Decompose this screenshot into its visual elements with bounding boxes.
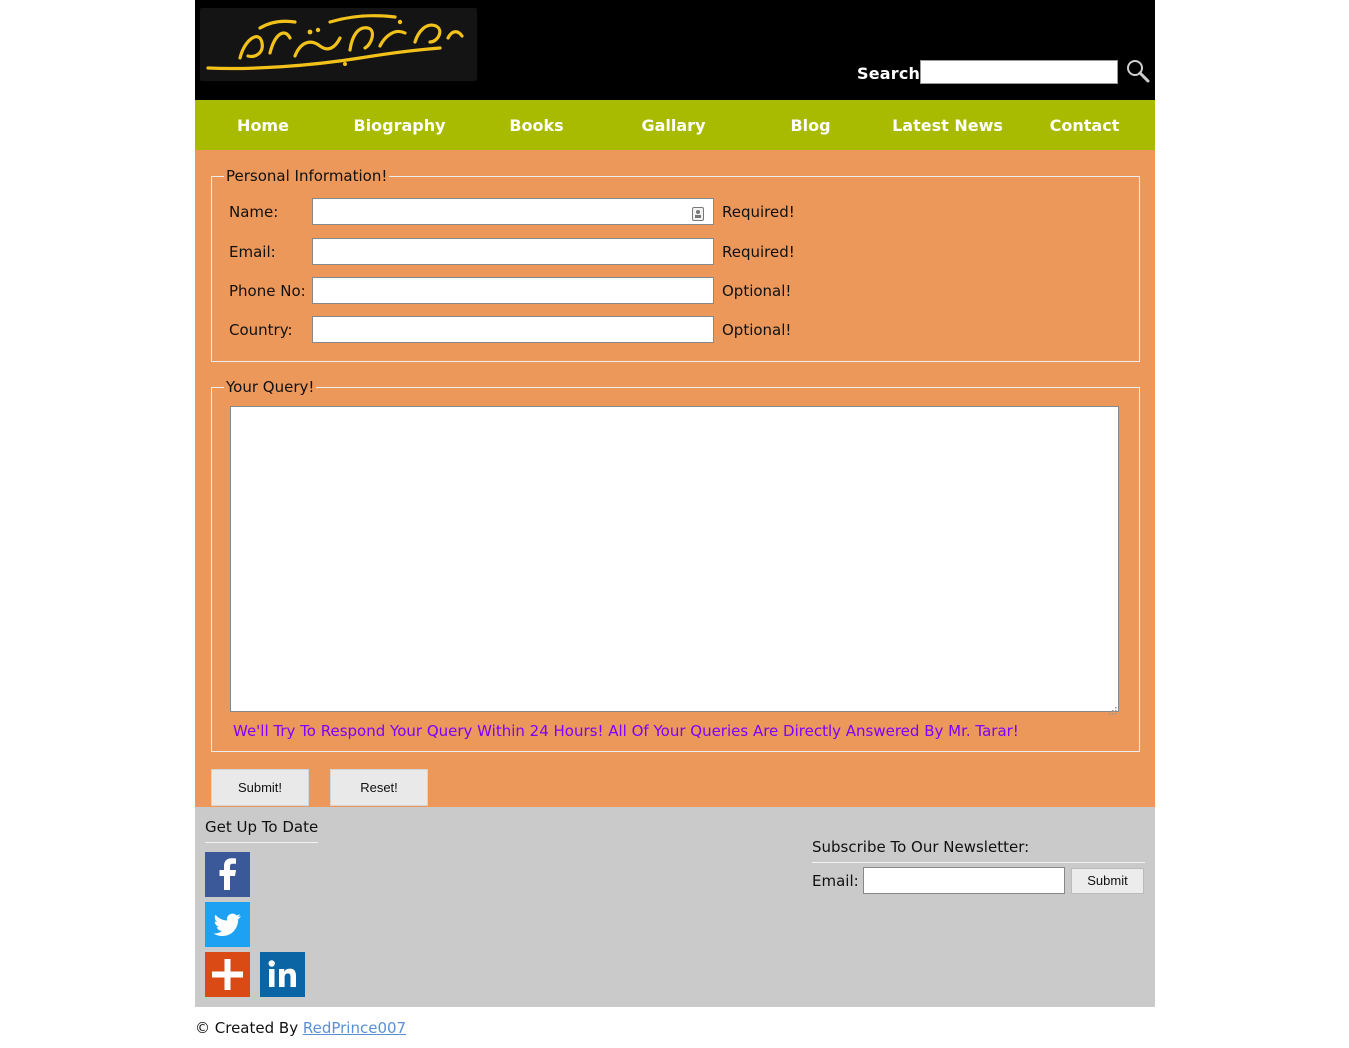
nav-item-contact[interactable]: Contact	[1016, 100, 1153, 150]
name-field[interactable]	[312, 198, 714, 225]
newsletter-email-field[interactable]	[863, 867, 1065, 894]
newsletter-heading: Subscribe To Our Newsletter:	[812, 838, 1145, 863]
main-nav: Home Biography Books Gallary Blog Latest…	[195, 100, 1155, 150]
site-logo[interactable]	[200, 8, 477, 81]
name-label: Name:	[229, 203, 279, 221]
nav-item-latest-news[interactable]: Latest News	[879, 100, 1016, 150]
search-label: Search:	[857, 64, 927, 83]
submit-button[interactable]: Submit!	[211, 769, 309, 806]
contact-card-icon[interactable]	[692, 206, 704, 221]
addthis-icon[interactable]	[205, 952, 250, 997]
nav-item-home[interactable]: Home	[195, 100, 331, 150]
nav-item-blog[interactable]: Blog	[742, 100, 879, 150]
facebook-icon[interactable]	[205, 852, 250, 897]
phone-optional-note: Optional!	[722, 282, 792, 300]
site-header: Search:	[195, 0, 1155, 100]
credit-prefix: © Created By	[195, 1019, 303, 1037]
query-textarea[interactable]	[230, 406, 1119, 712]
query-legend: Your Query!	[226, 378, 315, 396]
nav-item-biography[interactable]: Biography	[331, 100, 468, 150]
email-label: Email:	[229, 243, 276, 261]
search-icon[interactable]	[1126, 59, 1150, 83]
site-footer: Get Up To Date Subscribe To Our Newslett…	[195, 807, 1155, 1007]
country-optional-note: Optional!	[722, 321, 792, 339]
newsletter-submit-button[interactable]: Submit	[1071, 868, 1144, 894]
phone-label: Phone No:	[229, 282, 306, 300]
email-field[interactable]	[312, 238, 714, 265]
page-wrapper: Search: Home Biography Books Gallary Blo…	[195, 0, 1155, 1007]
contact-form: Personal Information! Name: Required! Em…	[195, 150, 1155, 807]
newsletter-email-label: Email:	[812, 872, 859, 890]
country-field[interactable]	[312, 316, 714, 343]
credit-author-link[interactable]: RedPrince007	[303, 1019, 406, 1037]
credit-line: © Created By RedPrince007	[195, 1019, 406, 1037]
get-up-to-date-heading: Get Up To Date	[205, 818, 319, 843]
search-input[interactable]	[920, 60, 1118, 84]
calligraphy-logo-image	[206, 14, 464, 71]
name-required-note: Required!	[722, 203, 795, 221]
reset-button[interactable]: Reset!	[330, 769, 428, 806]
response-time-note: We'll Try To Respond Your Query Within 2…	[233, 722, 1019, 740]
nav-item-gallary[interactable]: Gallary	[605, 100, 742, 150]
personal-info-legend: Personal Information!	[226, 167, 388, 185]
email-required-note: Required!	[722, 243, 795, 261]
country-label: Country:	[229, 321, 293, 339]
twitter-icon[interactable]	[205, 902, 250, 947]
resize-grip-icon[interactable]	[1107, 700, 1117, 715]
nav-item-books[interactable]: Books	[468, 100, 605, 150]
linkedin-icon[interactable]	[260, 952, 305, 997]
phone-field[interactable]	[312, 277, 714, 304]
